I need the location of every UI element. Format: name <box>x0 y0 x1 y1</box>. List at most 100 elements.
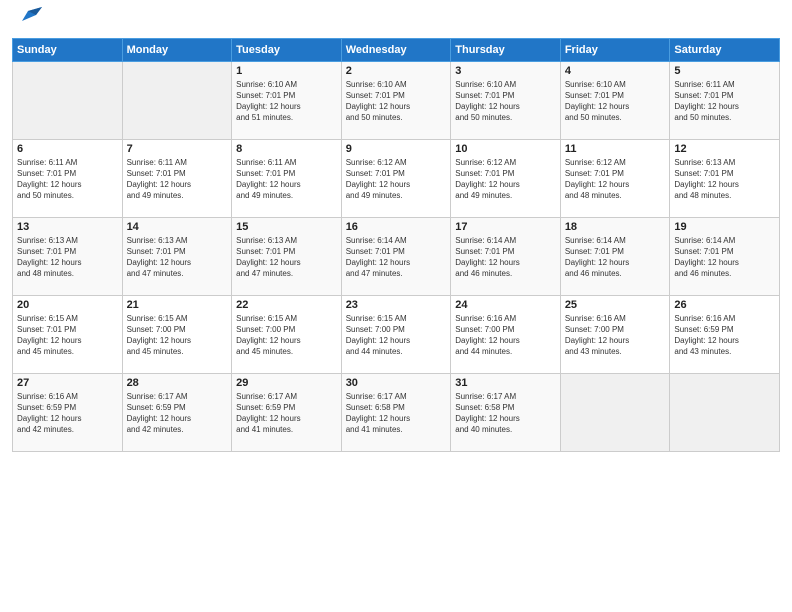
day-number: 23 <box>346 299 447 311</box>
day-number: 28 <box>127 377 228 389</box>
header-cell-thursday: Thursday <box>451 38 561 61</box>
day-number: 7 <box>127 143 228 155</box>
day-cell: 2 Sunrise: 6:10 AM Sunset: 7:01 PM Daylig… <box>341 61 451 139</box>
week-row-4: 20 Sunrise: 6:15 AM Sunset: 7:01 PM Dayli… <box>13 295 780 373</box>
logo-icon <box>14 1 42 29</box>
day-info: Sunrise: 6:15 AM Sunset: 7:01 PM Dayligh… <box>17 313 118 358</box>
day-info: Sunrise: 6:16 AM Sunset: 6:59 PM Dayligh… <box>17 391 118 436</box>
day-number: 1 <box>236 65 337 77</box>
day-cell: 29Sunrise: 6:17 AM Sunset: 6:59 PM Dayli… <box>232 373 342 451</box>
day-number: 12 <box>674 143 775 155</box>
day-cell: 15Sunrise: 6:13 AM Sunset: 7:01 PM Dayli… <box>232 217 342 295</box>
day-cell: 28 Sunrise: 6:17 AM Sunset: 6:59 PM Dayli… <box>122 373 232 451</box>
day-number: 15 <box>236 221 337 233</box>
header-cell-wednesday: Wednesday <box>341 38 451 61</box>
calendar-table: SundayMondayTuesdayWednesdayThursdayFrid… <box>12 38 780 452</box>
day-cell: 31 Sunrise: 6:17 AM Sunset: 6:58 PM Dayli… <box>451 373 561 451</box>
header-cell-saturday: Saturday <box>670 38 780 61</box>
day-number: 13 <box>17 221 118 233</box>
day-info: Sunrise: 6:13 AM Sunset: 7:01 PM Dayligh… <box>674 157 775 202</box>
day-number: 6 <box>17 143 118 155</box>
day-number: 14 <box>127 221 228 233</box>
day-info: Sunrise: 6:15 AM Sunset: 7:00 PM Dayligh… <box>236 313 337 358</box>
day-info: Sunrise: 6:12 AM Sunset: 7:01 PM Dayligh… <box>455 157 556 202</box>
day-number: 9 <box>346 143 447 155</box>
day-cell: 19 Sunrise: 6:14 AM Sunset: 7:01 PM Dayli… <box>670 217 780 295</box>
day-info: Sunrise: 6:15 AM Sunset: 7:00 PM Dayligh… <box>346 313 447 358</box>
day-cell: 13 Sunrise: 6:13 AM Sunset: 7:01 PM Dayli… <box>13 217 123 295</box>
day-info: Sunrise: 6:10 AM Sunset: 7:01 PM Dayligh… <box>565 79 666 124</box>
week-row-3: 13 Sunrise: 6:13 AM Sunset: 7:01 PM Dayli… <box>13 217 780 295</box>
header-cell-friday: Friday <box>560 38 670 61</box>
day-number: 5 <box>674 65 775 77</box>
day-cell: 1 Sunrise: 6:10 AM Sunset: 7:01 PM Daylig… <box>232 61 342 139</box>
day-number: 26 <box>674 299 775 311</box>
week-row-2: 6 Sunrise: 6:11 AM Sunset: 7:01 PM Daylig… <box>13 139 780 217</box>
day-info: Sunrise: 6:17 AM Sunset: 6:58 PM Dayligh… <box>346 391 447 436</box>
day-info: Sunrise: 6:14 AM Sunset: 7:01 PM Dayligh… <box>674 235 775 280</box>
day-info: Sunrise: 6:14 AM Sunset: 7:01 PM Dayligh… <box>455 235 556 280</box>
day-info: Sunrise: 6:11 AM Sunset: 7:01 PM Dayligh… <box>17 157 118 202</box>
page: SundayMondayTuesdayWednesdayThursdayFrid… <box>0 0 792 612</box>
day-number: 24 <box>455 299 556 311</box>
day-cell: 23 Sunrise: 6:15 AM Sunset: 7:00 PM Dayli… <box>341 295 451 373</box>
day-info: Sunrise: 6:14 AM Sunset: 7:01 PM Dayligh… <box>346 235 447 280</box>
day-info: Sunrise: 6:16 AM Sunset: 6:59 PM Dayligh… <box>674 313 775 358</box>
day-cell: 7 Sunrise: 6:11 AM Sunset: 7:01 PM Daylig… <box>122 139 232 217</box>
header <box>12 10 780 30</box>
day-cell: 9 Sunrise: 6:12 AM Sunset: 7:01 PM Daylig… <box>341 139 451 217</box>
day-cell: 20 Sunrise: 6:15 AM Sunset: 7:01 PM Dayli… <box>13 295 123 373</box>
day-info: Sunrise: 6:10 AM Sunset: 7:01 PM Dayligh… <box>236 79 337 124</box>
day-cell: 18 Sunrise: 6:14 AM Sunset: 7:01 PM Dayli… <box>560 217 670 295</box>
day-number: 20 <box>17 299 118 311</box>
day-cell: 17 Sunrise: 6:14 AM Sunset: 7:01 PM Dayli… <box>451 217 561 295</box>
day-number: 25 <box>565 299 666 311</box>
day-cell <box>670 373 780 451</box>
day-cell: 26 Sunrise: 6:16 AM Sunset: 6:59 PM Dayli… <box>670 295 780 373</box>
header-cell-monday: Monday <box>122 38 232 61</box>
day-info: Sunrise: 6:14 AM Sunset: 7:01 PM Dayligh… <box>565 235 666 280</box>
day-info: Sunrise: 6:11 AM Sunset: 7:01 PM Dayligh… <box>236 157 337 202</box>
day-cell: 3 Sunrise: 6:10 AM Sunset: 7:01 PM Daylig… <box>451 61 561 139</box>
day-info: Sunrise: 6:17 AM Sunset: 6:58 PM Dayligh… <box>455 391 556 436</box>
day-info: Sunrise: 6:13 AM Sunset: 7:01 PM Dayligh… <box>127 235 228 280</box>
day-cell: 25 Sunrise: 6:16 AM Sunset: 7:00 PM Dayli… <box>560 295 670 373</box>
week-row-5: 27Sunrise: 6:16 AM Sunset: 6:59 PM Dayli… <box>13 373 780 451</box>
day-number: 19 <box>674 221 775 233</box>
day-number: 3 <box>455 65 556 77</box>
day-number: 4 <box>565 65 666 77</box>
day-info: Sunrise: 6:12 AM Sunset: 7:01 PM Dayligh… <box>346 157 447 202</box>
day-number: 2 <box>346 65 447 77</box>
day-cell: 21 Sunrise: 6:15 AM Sunset: 7:00 PM Dayli… <box>122 295 232 373</box>
day-info: Sunrise: 6:16 AM Sunset: 7:00 PM Dayligh… <box>565 313 666 358</box>
day-info: Sunrise: 6:12 AM Sunset: 7:01 PM Dayligh… <box>565 157 666 202</box>
day-cell: 4 Sunrise: 6:10 AM Sunset: 7:01 PM Daylig… <box>560 61 670 139</box>
day-number: 17 <box>455 221 556 233</box>
logo <box>12 10 42 30</box>
day-info: Sunrise: 6:17 AM Sunset: 6:59 PM Dayligh… <box>127 391 228 436</box>
header-cell-tuesday: Tuesday <box>232 38 342 61</box>
day-number: 21 <box>127 299 228 311</box>
day-cell: 5Sunrise: 6:11 AM Sunset: 7:01 PM Daylig… <box>670 61 780 139</box>
day-number: 10 <box>455 143 556 155</box>
day-number: 31 <box>455 377 556 389</box>
day-cell: 27Sunrise: 6:16 AM Sunset: 6:59 PM Dayli… <box>13 373 123 451</box>
day-cell: 8Sunrise: 6:11 AM Sunset: 7:01 PM Daylig… <box>232 139 342 217</box>
day-info: Sunrise: 6:15 AM Sunset: 7:00 PM Dayligh… <box>127 313 228 358</box>
day-cell: 16Sunrise: 6:14 AM Sunset: 7:01 PM Dayli… <box>341 217 451 295</box>
day-info: Sunrise: 6:16 AM Sunset: 7:00 PM Dayligh… <box>455 313 556 358</box>
day-info: Sunrise: 6:10 AM Sunset: 7:01 PM Dayligh… <box>455 79 556 124</box>
day-info: Sunrise: 6:17 AM Sunset: 6:59 PM Dayligh… <box>236 391 337 436</box>
day-info: Sunrise: 6:11 AM Sunset: 7:01 PM Dayligh… <box>127 157 228 202</box>
day-cell: 22Sunrise: 6:15 AM Sunset: 7:00 PM Dayli… <box>232 295 342 373</box>
day-number: 18 <box>565 221 666 233</box>
day-info: Sunrise: 6:13 AM Sunset: 7:01 PM Dayligh… <box>17 235 118 280</box>
day-cell: 14 Sunrise: 6:13 AM Sunset: 7:01 PM Dayli… <box>122 217 232 295</box>
day-cell <box>13 61 123 139</box>
week-row-1: 1 Sunrise: 6:10 AM Sunset: 7:01 PM Daylig… <box>13 61 780 139</box>
day-cell: 11Sunrise: 6:12 AM Sunset: 7:01 PM Dayli… <box>560 139 670 217</box>
header-cell-sunday: Sunday <box>13 38 123 61</box>
day-info: Sunrise: 6:10 AM Sunset: 7:01 PM Dayligh… <box>346 79 447 124</box>
header-row: SundayMondayTuesdayWednesdayThursdayFrid… <box>13 38 780 61</box>
day-number: 30 <box>346 377 447 389</box>
